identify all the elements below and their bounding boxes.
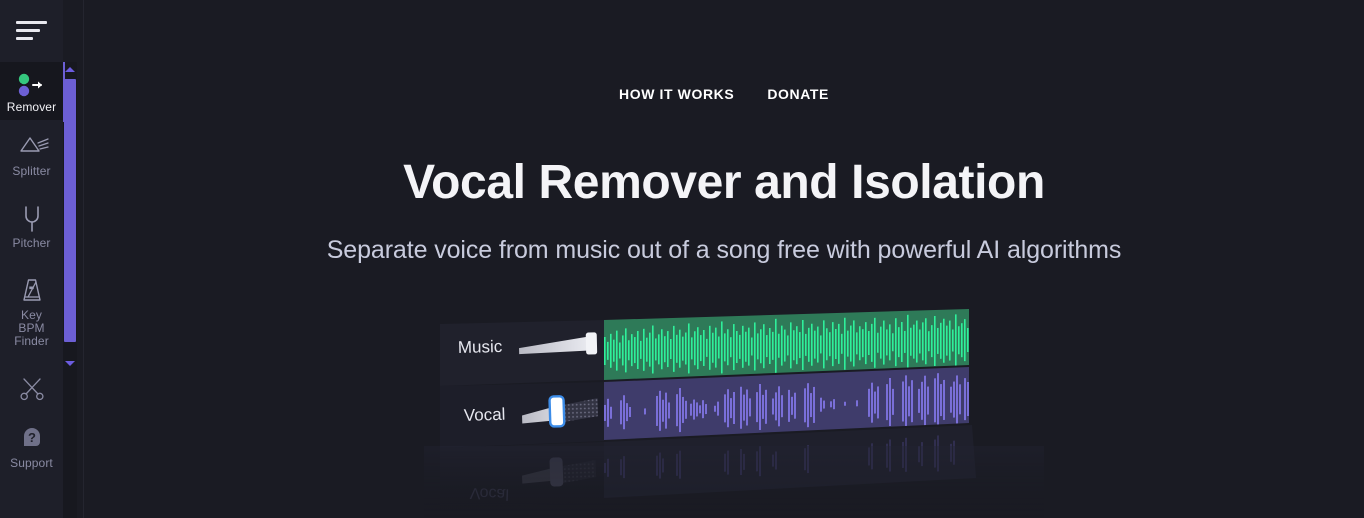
- sidebar-item-label-finder: Finder: [14, 334, 49, 348]
- sidebar-nav-list: Remover Splitter Pitcher Key BPM Finder …: [0, 62, 63, 518]
- sidebar-item-cutter[interactable]: [0, 362, 63, 414]
- page-title: Vocal Remover and Isolation: [403, 156, 1045, 209]
- page-subtitle: Separate voice from music out of a song …: [326, 236, 1122, 264]
- sidebar-scroll-down-arrow[interactable]: [63, 356, 77, 370]
- page-root: Remover Splitter Pitcher Key BPM Finder …: [0, 0, 1364, 518]
- scissors-icon: [15, 372, 49, 403]
- top-navigation: HOW IT WORKS DONATE: [84, 86, 1364, 102]
- track-label-music: Music: [458, 337, 503, 357]
- sidebar-item-label-splitter: Splitter: [12, 164, 51, 178]
- mixer-illustration-svg: Music Vocal: [424, 309, 1044, 518]
- nav-link-donate[interactable]: DONATE: [767, 86, 829, 102]
- sidebar-item-label-pitcher: Pitcher: [12, 236, 51, 250]
- vocal-remover-mixer-preview: Music Vocal: [424, 296, 1044, 518]
- sidebar-item-key-bpm-finder[interactable]: Key BPM Finder: [0, 264, 63, 362]
- sidebar-divider: [83, 0, 84, 518]
- sidebar-item-splitter[interactable]: Splitter: [0, 120, 63, 192]
- hamburger-icon: [16, 19, 47, 43]
- sidebar-item-label-support: Support: [10, 456, 53, 470]
- remover-icon: [15, 72, 49, 98]
- sidebar-scroll-up-arrow[interactable]: [63, 62, 77, 76]
- sidebar-scrollbar[interactable]: [63, 62, 77, 518]
- sidebar-item-pitcher[interactable]: Pitcher: [0, 192, 63, 264]
- hamburger-menu-button[interactable]: [0, 0, 63, 62]
- sidebar-scrollbar-track[interactable]: [63, 348, 77, 518]
- sidebar-item-support[interactable]: ? Support: [0, 414, 63, 478]
- pitcher-icon: [15, 202, 49, 234]
- nav-link-how-it-works[interactable]: HOW IT WORKS: [619, 86, 734, 102]
- sidebar: Remover Splitter Pitcher Key BPM Finder …: [0, 0, 77, 518]
- main-content: HOW IT WORKS DONATE Vocal Remover and Is…: [84, 0, 1364, 518]
- splitter-icon: [15, 130, 49, 162]
- metronome-icon: [15, 274, 49, 306]
- track-label-vocal: Vocal: [464, 405, 506, 425]
- sidebar-item-remover[interactable]: Remover: [0, 62, 63, 120]
- svg-text:?: ?: [28, 430, 36, 445]
- support-icon: ?: [15, 424, 49, 454]
- sidebar-scrollbar-thumb[interactable]: [64, 79, 76, 342]
- sidebar-item-label-remover: Remover: [6, 100, 57, 114]
